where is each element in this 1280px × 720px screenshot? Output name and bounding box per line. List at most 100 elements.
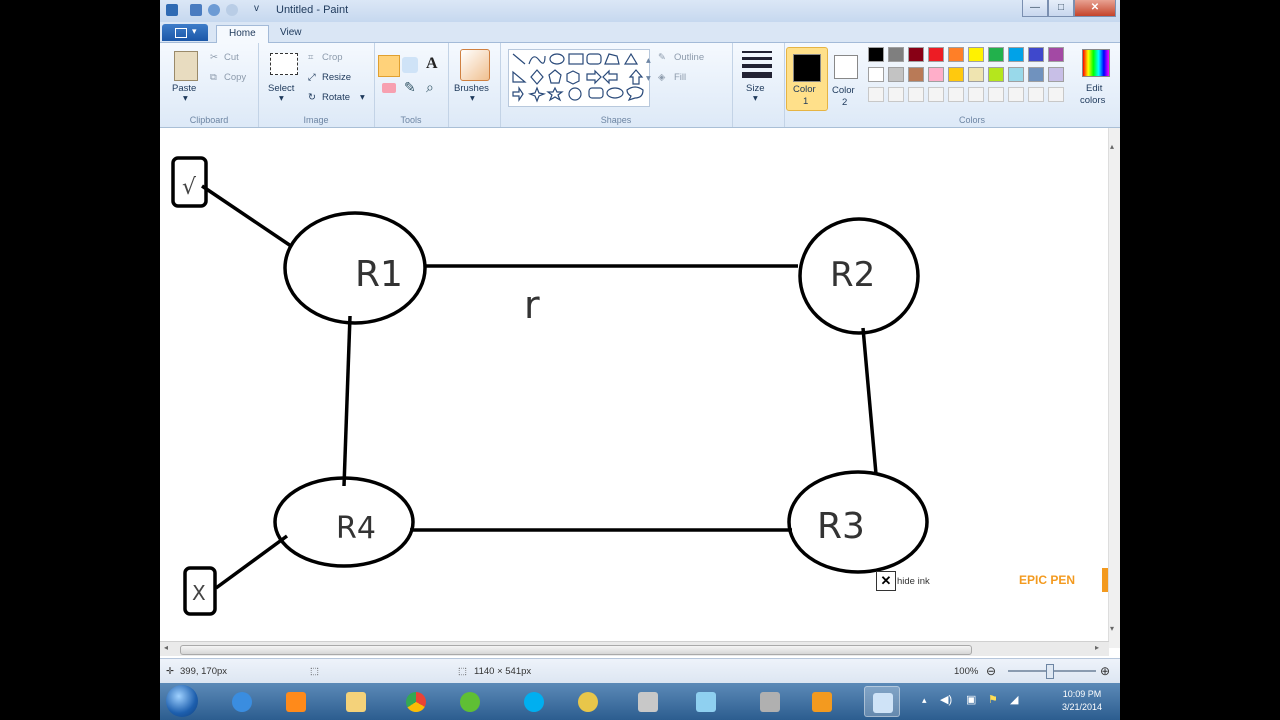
canvas[interactable]: R1 R2 R3 R4 r √ X ✕ hide ink (160, 128, 1120, 656)
maximize-button[interactable]: □ (1048, 0, 1074, 17)
minimize-button[interactable]: — (1022, 0, 1048, 17)
chevron-down-icon[interactable]: ▾ (183, 93, 188, 104)
palette-swatch[interactable] (908, 47, 924, 62)
brush-icon[interactable] (460, 49, 490, 81)
palette-swatch[interactable] (1008, 67, 1024, 82)
palette-swatch-empty[interactable] (968, 87, 984, 102)
taskbar-skype[interactable] (516, 686, 552, 717)
taskbar-app[interactable] (570, 686, 606, 717)
scroll-left-icon[interactable]: ◂ (164, 643, 168, 652)
palette-swatch[interactable] (908, 67, 924, 82)
hide-ink-label[interactable]: hide ink (897, 576, 930, 587)
color1-button[interactable]: Color 1 (786, 47, 828, 111)
palette-swatch-empty[interactable] (908, 87, 924, 102)
taskbar-epic-pen[interactable] (804, 686, 840, 717)
tab-view[interactable]: View (268, 25, 314, 40)
taskbar-notes[interactable] (688, 686, 724, 717)
chevron-down-icon[interactable]: ▾ (279, 93, 284, 104)
palette-swatch[interactable] (1028, 67, 1044, 82)
resize-button[interactable]: Resize (322, 72, 351, 83)
palette-swatch[interactable] (1048, 67, 1064, 82)
horizontal-scrollbar[interactable]: ◂ ▸ (160, 641, 1109, 656)
palette-swatch-empty[interactable] (988, 87, 1004, 102)
magnifier-icon[interactable]: ⌕ (426, 79, 434, 96)
zoom-slider-thumb[interactable] (1046, 664, 1054, 679)
network-icon[interactable]: ◢ (1010, 693, 1018, 706)
drawing-canvas[interactable]: R1 R2 R3 R4 r √ X (160, 128, 1108, 640)
outline-button[interactable]: Outline (674, 52, 704, 63)
paint-app-icon[interactable] (166, 4, 178, 16)
palette-swatch-empty[interactable] (868, 87, 884, 102)
palette-swatch[interactable] (968, 47, 984, 62)
taskbar-chrome[interactable] (398, 686, 434, 717)
action-center-icon[interactable]: ⚑ (988, 693, 998, 706)
size-icon[interactable] (742, 51, 772, 79)
shapes-scroll-up-icon[interactable]: ▴ (646, 55, 651, 66)
taskbar-media-player[interactable] (278, 686, 314, 717)
taskbar-video[interactable] (630, 686, 666, 717)
close-button[interactable]: ✕ (1074, 0, 1116, 17)
color2-button[interactable]: Color 2 (828, 47, 864, 109)
fill-button[interactable]: Fill (674, 72, 686, 83)
tab-home[interactable]: Home (216, 25, 269, 44)
select-icon[interactable] (270, 53, 298, 75)
palette-swatch[interactable] (868, 47, 884, 62)
color-picker-icon[interactable]: ✎ (404, 79, 416, 96)
paste-icon[interactable] (174, 51, 198, 81)
chevron-down-icon[interactable]: ▾ (753, 93, 758, 104)
volume-icon[interactable]: ◀) (940, 693, 952, 706)
palette-swatch[interactable] (988, 67, 1004, 82)
palette-swatch[interactable] (948, 67, 964, 82)
qat-dropdown-icon[interactable]: v (254, 3, 259, 14)
taskbar-tool[interactable] (752, 686, 788, 717)
start-button[interactable] (166, 685, 198, 717)
text-tool-icon[interactable]: A (426, 55, 438, 73)
taskbar-ie[interactable] (224, 686, 260, 717)
tray-icon[interactable]: ▣ (966, 693, 976, 706)
edit-colors-button[interactable]: Edit colors (1076, 47, 1116, 111)
vertical-scrollbar[interactable]: ▴ ▾ (1108, 128, 1120, 648)
copy-button[interactable]: Copy (224, 72, 246, 83)
fill-bucket-icon[interactable] (402, 57, 418, 73)
undo-icon[interactable] (208, 4, 220, 16)
palette-swatch[interactable] (968, 67, 984, 82)
crop-button[interactable]: Crop (322, 52, 343, 63)
palette-swatch-empty[interactable] (928, 87, 944, 102)
palette-swatch[interactable] (988, 47, 1004, 62)
palette-swatch-empty[interactable] (1028, 87, 1044, 102)
scroll-right-icon[interactable]: ▸ (1095, 643, 1099, 652)
zoom-out-icon[interactable]: ⊖ (986, 664, 996, 678)
eraser-icon[interactable] (382, 83, 396, 93)
pencil-icon[interactable] (378, 55, 400, 77)
shapes-gallery[interactable] (508, 49, 650, 107)
hide-ink-close-icon[interactable]: ✕ (876, 571, 896, 591)
redo-icon[interactable] (226, 4, 238, 16)
palette-swatch[interactable] (928, 47, 944, 62)
file-menu-button[interactable]: ▾ (162, 24, 208, 41)
show-hidden-icons-icon[interactable]: ▴ (922, 695, 927, 706)
cut-button[interactable]: Cut (224, 52, 239, 63)
palette-swatch[interactable] (868, 67, 884, 82)
palette-swatch-empty[interactable] (1008, 87, 1024, 102)
palette-swatch[interactable] (1008, 47, 1024, 62)
palette-swatch-empty[interactable] (1048, 87, 1064, 102)
system-clock[interactable]: 10:09 PM 3/21/2014 (1062, 688, 1102, 714)
palette-swatch[interactable] (948, 47, 964, 62)
taskbar-explorer[interactable] (338, 686, 374, 717)
scroll-up-icon[interactable]: ▴ (1110, 142, 1114, 151)
palette-swatch[interactable] (888, 67, 904, 82)
chevron-down-icon[interactable]: ▾ (360, 92, 365, 103)
palette-swatch[interactable] (1028, 47, 1044, 62)
palette-swatch[interactable] (888, 47, 904, 62)
zoom-in-icon[interactable]: ⊕ (1100, 664, 1110, 678)
shapes-scroll-down-icon[interactable]: ▾ (646, 73, 651, 84)
scroll-down-icon[interactable]: ▾ (1110, 624, 1114, 633)
palette-swatch[interactable] (928, 67, 944, 82)
rotate-button[interactable]: Rotate (322, 92, 350, 103)
palette-swatch-empty[interactable] (948, 87, 964, 102)
scrollbar-thumb[interactable] (180, 645, 972, 655)
chevron-down-icon[interactable]: ▾ (470, 93, 475, 104)
palette-swatch[interactable] (1048, 47, 1064, 62)
taskbar-utorrent[interactable] (452, 686, 488, 717)
save-icon[interactable] (190, 4, 202, 16)
